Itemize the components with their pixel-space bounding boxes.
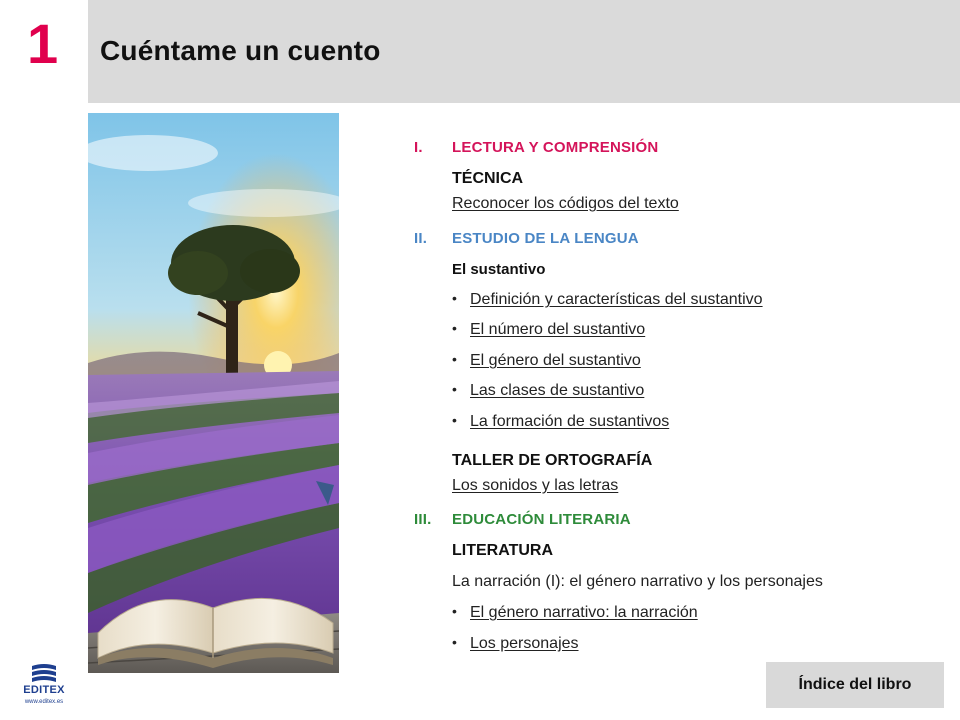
lavender-field-illustration <box>88 113 339 673</box>
section-2-numeral: II. <box>414 230 428 247</box>
bullet-icon: • <box>452 381 457 397</box>
section-3-title: EDUCACIÓN LITERARIA <box>452 511 631 528</box>
page-title: Cuéntame un cuento <box>100 35 381 66</box>
section-3-numeral: III. <box>414 511 432 528</box>
list-item[interactable]: • El género del sustantivo <box>452 351 641 370</box>
section-2-subheading: El sustantivo <box>452 261 546 278</box>
list-item-link[interactable]: Las clases de sustantivo <box>470 382 644 399</box>
bullet-icon: • <box>452 634 457 650</box>
section-2-heading: II. ESTUDIO DE LA LENGUA <box>414 230 639 247</box>
list-item-link[interactable]: El género narrativo: la narración <box>470 604 698 621</box>
section-1-heading: I. LECTURA Y COMPRENSIÓN <box>414 139 658 156</box>
bullet-icon: • <box>452 290 457 306</box>
bullet-icon: • <box>452 412 457 428</box>
logo-wordmark: EDITEX <box>23 684 65 696</box>
list-item-link[interactable]: Los personajes <box>470 635 579 652</box>
section-3-subheading: LITERATURA <box>452 542 554 559</box>
list-item[interactable]: • Definición y características del sustan… <box>452 290 763 309</box>
list-item-link[interactable]: Definición y características del sustant… <box>470 291 763 308</box>
section-2-subheading-2: TALLER DE ORTOGRAFÍA <box>452 452 653 469</box>
hero-image <box>88 113 339 673</box>
section-1-title: LECTURA Y COMPRENSIÓN <box>452 139 659 156</box>
list-item[interactable]: • Los personajes <box>452 634 579 653</box>
list-item-link[interactable]: El género del sustantivo <box>470 352 641 369</box>
bullet-icon: • <box>452 351 457 367</box>
bullet-icon: • <box>452 603 457 619</box>
link-reconocer-codigos[interactable]: Reconocer los códigos del texto <box>452 195 679 213</box>
section-3-description: La narración (I): el género narrativo y … <box>452 573 823 590</box>
chapter-number: 1 <box>27 12 59 75</box>
book-index-button[interactable]: Índice del libro <box>766 662 944 708</box>
bullet-icon: • <box>452 320 457 336</box>
list-item[interactable]: • El género narrativo: la narración <box>452 603 698 622</box>
section-3-heading: III. EDUCACIÓN LITERARIA <box>414 511 631 528</box>
list-item-link[interactable]: La formación de sustantivos <box>470 413 669 430</box>
section-1-subheading: TÉCNICA <box>452 170 524 187</box>
list-item[interactable]: • Las clases de sustantivo <box>452 381 644 400</box>
link-sonidos-letras[interactable]: Los sonidos y las letras <box>452 477 618 495</box>
list-item[interactable]: • La formación de sustantivos <box>452 412 669 431</box>
chapter-contents: I. LECTURA Y COMPRENSIÓN TÉCNICA Reconoce… <box>414 0 934 720</box>
editex-logo: EDITEX www.editex.es <box>14 664 74 712</box>
section-1-numeral: I. <box>414 139 423 156</box>
list-item[interactable]: • El número del sustantivo <box>452 320 645 339</box>
editex-logo-icon <box>32 664 56 682</box>
logo-url: www.editex.es <box>24 699 64 705</box>
section-2-title: ESTUDIO DE LA LENGUA <box>452 230 639 247</box>
list-item-link[interactable]: El número del sustantivo <box>470 321 645 338</box>
